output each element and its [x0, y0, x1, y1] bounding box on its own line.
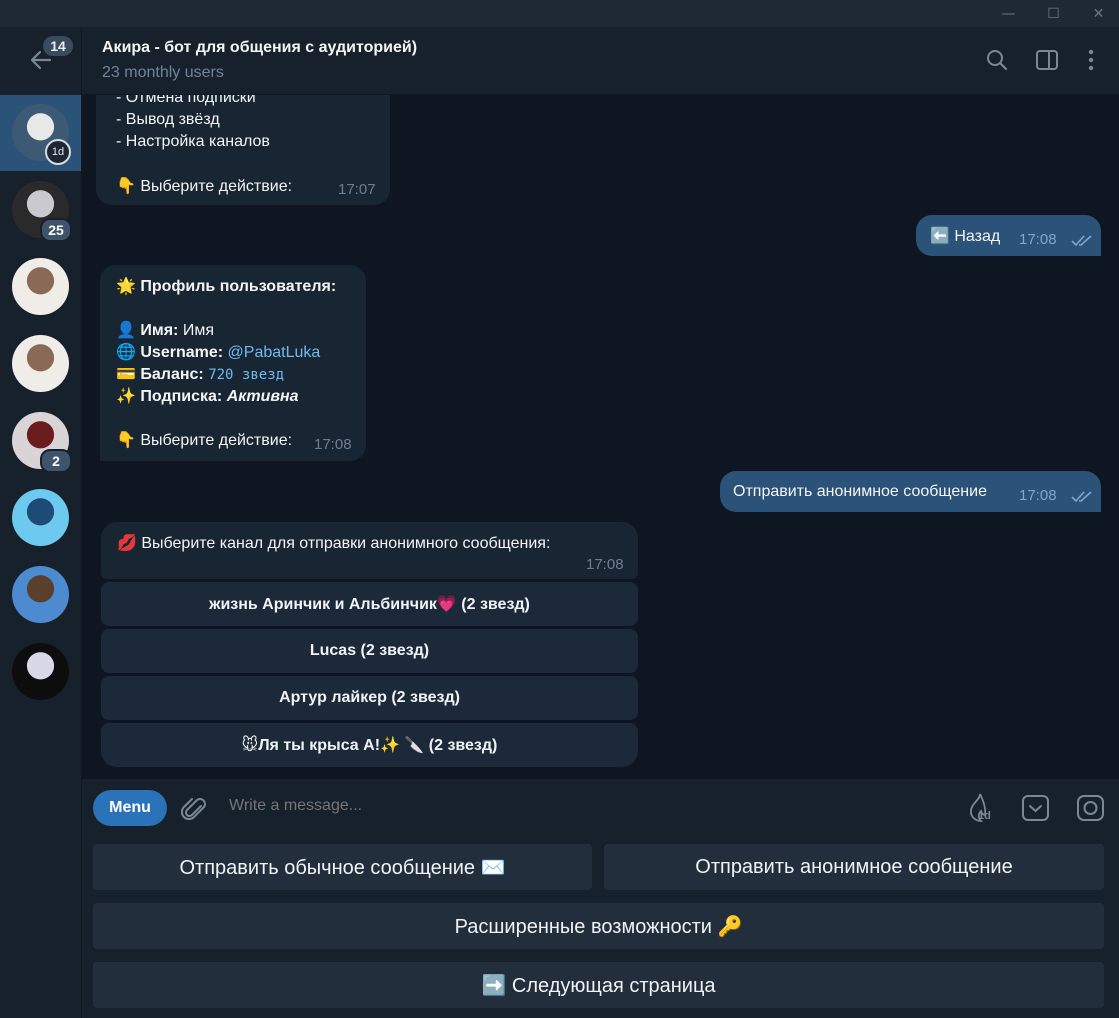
sidebar-toggle-icon[interactable] [1034, 47, 1060, 73]
profile-subscription-row: ✨ Подписка: Активна [116, 385, 299, 408]
avatar [12, 258, 69, 315]
point-down-icon: 👇 [116, 430, 136, 449]
sidebar-chat-7[interactable] [0, 557, 81, 633]
message-time: 17:08 [314, 436, 352, 453]
send-anonymous-message-button[interactable]: Отправить анонимное сообщение [604, 844, 1104, 890]
sparkles-icon: ✨ [116, 386, 136, 405]
menu-button[interactable]: Menu [93, 790, 167, 826]
message-text: ⬅️ Назад [930, 225, 1000, 248]
bot-keyboard-icon[interactable] [1021, 794, 1050, 822]
channel-button-1[interactable]: жизнь Аринчик и Альбинчик💗 (2 звезд) [101, 582, 638, 626]
balance-label: Баланс: [140, 366, 204, 383]
profile-name-row: 👤 Имя: Имя [116, 319, 214, 342]
incoming-message-profile: 🌟 Профиль пользователя: 👤 Имя: Имя 🌐 Use… [100, 265, 366, 461]
sidebar-chat-6[interactable] [0, 480, 81, 556]
menu-line: - Вывод звёзд [116, 111, 220, 128]
channel-button-4[interactable]: 🐭Ля ты крыса А!✨ 🔪 (2 звезд) [101, 723, 638, 767]
close-button[interactable]: ✕ [1080, 0, 1117, 27]
minimize-button[interactable]: — [990, 0, 1027, 27]
message-time: 17:08 [1019, 487, 1057, 504]
user-silhouette-icon: 👤 [116, 320, 136, 339]
avatar [12, 489, 69, 546]
chat-title[interactable]: Акира - бот для общения с аудиторией) [102, 39, 417, 57]
incoming-message-menu: - Отмена подписки - Вывод звёзд - Настро… [96, 95, 390, 205]
channel-button-2[interactable]: Lucas (2 звезд) [101, 629, 638, 673]
paperclip-icon[interactable] [181, 794, 207, 822]
profile-title: 🌟 Профиль пользователя: [116, 275, 336, 298]
chat-subtitle: 23 monthly users [102, 64, 224, 81]
username-label: Username: [140, 344, 224, 361]
message-input[interactable] [229, 797, 929, 815]
unread-counter-badge: 14 [43, 36, 73, 56]
chat-header[interactable] [82, 27, 1119, 95]
menu-line: - Настройка каналов [116, 133, 270, 150]
maximize-button[interactable]: ☐ [1035, 0, 1072, 27]
incoming-message-channel-select: 💋 Выберите канал для отправки анонимного… [101, 522, 638, 579]
avatar [12, 566, 69, 623]
prompt-text: 👇 Выберите действие: [116, 175, 292, 198]
message-time: 17:08 [1019, 231, 1057, 248]
profile-username-row: 🌐 Username: @PabatLuka [116, 341, 320, 364]
back-text: Назад [954, 228, 1001, 245]
camera-icon[interactable] [1076, 794, 1105, 822]
avatar [12, 335, 69, 392]
double-check-icon [1071, 491, 1092, 503]
credit-card-icon: 💳 [116, 364, 136, 383]
sidebar-chat-8[interactable] [0, 634, 81, 710]
menu-line: - Отмена подписки [116, 95, 256, 106]
kiss-mark-icon: 💋 [117, 533, 137, 552]
prompt-label: Выберите действие: [140, 432, 293, 449]
outgoing-message-back: ⬅️ Назад 17:08 [916, 215, 1101, 256]
avatar [12, 643, 69, 700]
timer-label: 1d [978, 810, 991, 822]
unread-badge: 25 [40, 218, 72, 242]
channel-button-3[interactable]: Артур лайкер (2 звезд) [101, 676, 638, 720]
next-page-button[interactable]: ➡️ Следующая страница [93, 962, 1104, 1008]
message-time: 17:07 [338, 181, 376, 198]
unread-badge: 2 [40, 449, 72, 473]
point-down-icon: 👇 [116, 176, 136, 195]
subscription-value: Активна [226, 388, 299, 405]
subscription-label: Подписка: [140, 388, 223, 405]
globe-icon: 🌐 [116, 342, 136, 361]
glowing-star-icon: 🌟 [116, 276, 136, 295]
search-icon[interactable] [984, 47, 1010, 73]
message-time: 17:08 [586, 556, 624, 573]
message-text: Отправить анонимное сообщение [733, 483, 987, 500]
profile-balance-row: 💳 Баланс: 720 звезд [116, 363, 284, 386]
send-normal-message-button[interactable]: Отправить обычное сообщение ✉️ [93, 844, 592, 890]
window-titlebar [0, 0, 1119, 27]
outgoing-message-anon: Отправить анонимное сообщение 17:08 [720, 471, 1101, 512]
username-link[interactable]: @PabatLuka [228, 344, 321, 361]
sidebar-chat-5[interactable]: 2 [0, 403, 81, 479]
prompt-label: Выберите действие: [140, 178, 293, 195]
advanced-features-button[interactable]: Расширенные возможности 🔑 [93, 903, 1104, 949]
left-arrow-icon: ⬅️ [930, 226, 950, 245]
timer-badge: 1d [45, 139, 71, 165]
name-label: Имя: [140, 322, 179, 339]
message-text: 💋 Выберите канал для отправки анонимного… [117, 532, 550, 555]
sidebar-chat-3[interactable] [0, 249, 81, 325]
sidebar-chat-4[interactable] [0, 326, 81, 402]
profile-title-label: Профиль пользователя: [140, 278, 337, 295]
channel-prompt: Выберите канал для отправки анонимного с… [141, 535, 551, 552]
double-check-icon [1071, 235, 1092, 247]
sidebar-chat-akira[interactable]: 1d [0, 95, 81, 171]
balance-value[interactable]: 720 звезд [208, 367, 284, 383]
sidebar-chat-2[interactable]: 25 [0, 172, 81, 248]
prompt-text: 👇 Выберите действие: [116, 429, 292, 452]
name-value: Имя [182, 322, 214, 339]
more-options-icon[interactable] [1078, 47, 1104, 73]
